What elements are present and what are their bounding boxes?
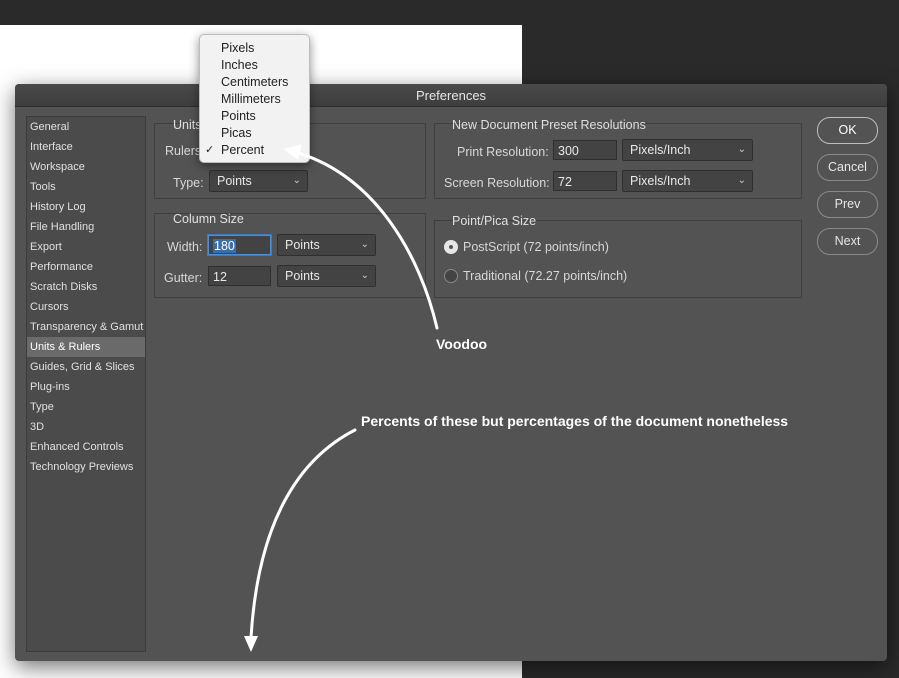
voodoo-arrowhead-icon xyxy=(283,144,302,160)
annotation-percents: Percents of these but percentages of the… xyxy=(361,413,789,429)
percents-arrow xyxy=(249,428,357,640)
percents-arrowhead-icon xyxy=(244,636,258,652)
voodoo-arrow xyxy=(293,150,439,330)
annotation-voodoo: Voodoo xyxy=(436,336,488,352)
